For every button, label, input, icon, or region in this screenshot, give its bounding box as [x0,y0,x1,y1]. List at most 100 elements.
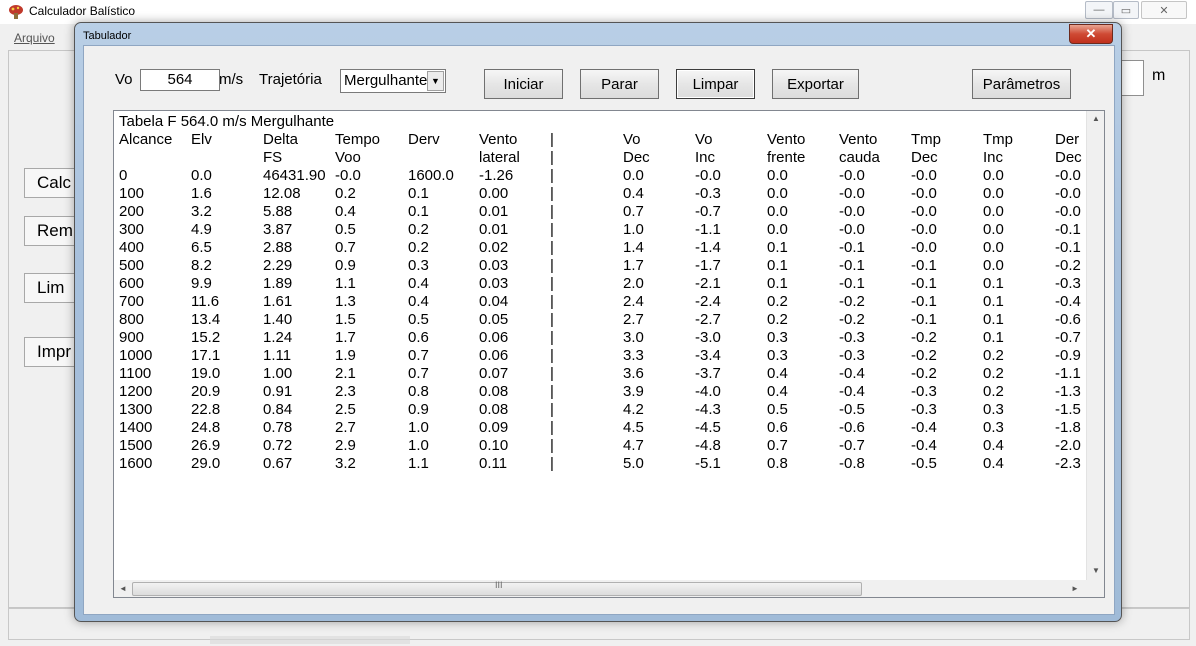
table-cell: Vento [479,131,518,148]
table-cell: Vo [623,131,641,148]
table-cell: 0.67 [263,455,293,472]
main-close-button[interactable]: ✕ [1141,1,1187,19]
table-cell: 1500 [119,437,153,454]
table-cell: -0.0 [839,203,865,220]
table-cell: 200 [119,203,145,220]
table-cell: Dec [911,149,938,166]
dialog-client-area: Vo 564 m/s Trajetória Mergulhante ▼ Inic… [83,45,1115,615]
horizontal-scrollbar[interactable]: ◄ III ► [114,580,1087,597]
vo-input[interactable]: 564 [140,69,220,91]
main-window-title: Calculador Balístico [29,4,136,18]
table-cell: 1.5 [335,311,356,328]
menu-arquivo[interactable]: Arquivo [14,31,55,45]
table-cell: 0.3 [767,347,788,364]
chevron-down-icon[interactable]: ▼ [427,71,444,91]
scroll-right-icon[interactable]: ► [1071,584,1079,593]
table-cell: 0.4 [767,383,788,400]
table-cell: 0 [119,167,128,184]
table-cell: -2.1 [695,275,721,292]
app-mushroom-icon [9,5,23,19]
table-cell: | [550,275,554,292]
table-cell: 0.2 [408,221,429,238]
minimize-button[interactable]: — [1085,1,1113,19]
table-cell: 0.72 [263,437,293,454]
table-cell: -0.0 [911,221,937,238]
table-cell: 0.02 [479,239,509,256]
table-cell: -0.1 [911,257,937,274]
table-cell: 0.4 [983,455,1004,472]
table-cell: Vo [695,131,713,148]
table-cell: | [550,293,554,310]
table-cell: 2.88 [263,239,293,256]
table-cell: 13.4 [191,311,221,328]
clear-table-button[interactable]: Limpar [676,69,755,99]
table-cell: -1.5 [1055,401,1081,418]
table-cell: 0.9 [408,401,429,418]
table-cell: 0.08 [479,401,509,418]
table-cell: -0.0 [839,221,865,238]
table-cell: -0.7 [1055,329,1081,346]
table-cell: Vento [839,131,878,148]
table-row: 1400 24.8 0.78 2.7 1.0 0.09 | 4.5 -4.5 0.6 -0.6 -0.… [114,419,1087,437]
table-cell: 400 [119,239,145,256]
table-cell: frente [767,149,806,166]
table-header-row: Alcance Elv Delta Tempo Derv Vento | Vo Vo Vento V… [114,131,1087,149]
table-cell: 3.3 [623,347,644,364]
table-cell: -5.1 [695,455,721,472]
table-cell: -0.5 [839,401,865,418]
horizontal-scroll-thumb[interactable]: III [132,580,862,596]
results-table[interactable]: Tabela F 564.0 m/s Mergulhante Alcance El… [113,110,1105,598]
table-cell: 0.3 [983,401,1004,418]
table-cell: 0.00 [479,185,509,202]
table-cell: -3.4 [695,347,721,364]
table-cell: 0.7 [408,347,429,364]
table-cell: 1000 [119,347,153,364]
table-row: 800 13.4 1.40 1.5 0.5 0.05 | 2.7 -2.7 0.2 -0.2 -0.1… [114,311,1087,329]
table-cell: -2.4 [695,293,721,310]
scroll-left-icon[interactable]: ◄ [119,584,127,593]
table-row: 100 1.6 12.08 0.2 0.1 0.00 | 0.4 -0.3 0.0 -0.0 -0.0… [114,185,1087,203]
table-cell: 0.3 [983,419,1004,436]
table-cell: 0.09 [479,419,509,436]
dialog-close-button[interactable]: ✕ [1069,24,1113,44]
table-cell: 0.9 [335,257,356,274]
table-cell: 0.4 [335,203,356,220]
scroll-down-icon[interactable]: ▼ [1092,566,1100,575]
table-cell: -0.3 [911,383,937,400]
table-cell: Delta [263,131,299,148]
table-cell: -0.3 [839,329,865,346]
table-cell: 0.0 [623,167,644,184]
vo-unit-label: m/s [219,71,244,88]
table-cell: -0.0 [911,185,937,202]
table-row: 1000 17.1 1.11 1.9 0.7 0.06 | 3.3 -3.4 0.3 -0.3 -0.… [114,347,1087,365]
table-cell: 29.0 [191,455,221,472]
table-row: 200 3.2 5.88 0.4 0.1 0.01 | 0.7 -0.7 0.0 -0.0 -0.0 0… [114,203,1087,221]
table-title: Tabela F 564.0 m/s Mergulhante [119,113,335,130]
table-cell: 1.3 [335,293,356,310]
vertical-scrollbar[interactable]: ▲ ▼ [1086,111,1104,581]
table-cell: -0.4 [839,383,865,400]
stop-button[interactable]: Parar [580,69,659,99]
start-button[interactable]: Iniciar [484,69,563,99]
export-button[interactable]: Exportar [772,69,859,99]
table-cell: | [550,329,554,346]
table-cell: | [550,167,554,184]
table-cell: 2.4 [623,293,644,310]
maximize-button[interactable]: ▭ [1113,1,1139,19]
table-cell: 1.0 [408,419,429,436]
table-cell: 0.2 [983,365,1004,382]
table-cell: 4.5 [623,419,644,436]
table-cell: 3.9 [623,383,644,400]
table-cell: | [550,131,554,148]
table-cell: 6.5 [191,239,212,256]
table-cell: -0.2 [911,347,937,364]
table-cell: 1400 [119,419,153,436]
table-cell: 1.6 [191,185,212,202]
table-cell: -4.5 [695,419,721,436]
trajectory-select[interactable]: Mergulhante ▼ [340,69,446,93]
table-cell: | [550,203,554,220]
parameters-button[interactable]: Parâmetros [972,69,1071,99]
scroll-up-icon[interactable]: ▲ [1092,114,1100,123]
table-cell: 1.11 [263,347,292,364]
table-cell: -0.2 [911,329,937,346]
